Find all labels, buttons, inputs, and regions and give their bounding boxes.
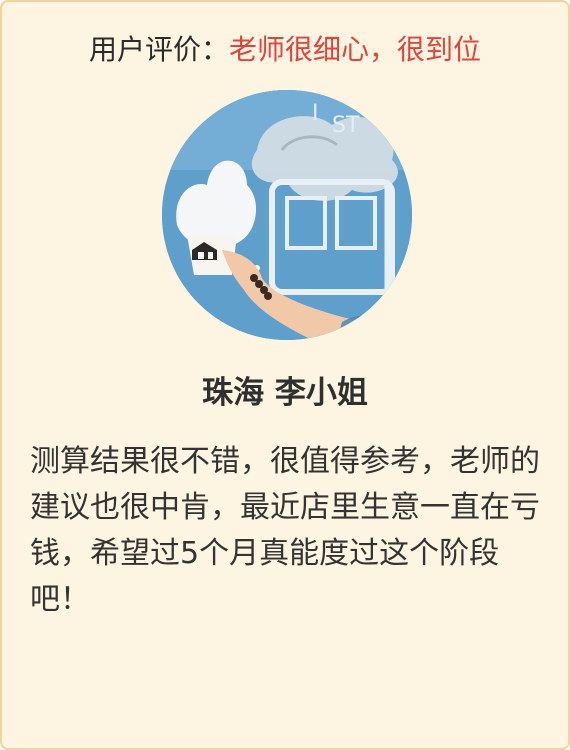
review-headline: 老师很细心，很到位 — [229, 33, 482, 66]
svg-text:I: I — [312, 101, 319, 126]
review-label: 用户评价： — [88, 33, 229, 66]
review-text: 测算结果很不错，很值得参考，老师的建议也很中肯，最近店里生意一直在亏钱，希望过5… — [30, 444, 540, 617]
reviewer-avatar: I ST — [162, 90, 412, 340]
review-header: 用户评价：老师很细心，很到位 — [2, 30, 568, 70]
review-card: 用户评价：老师很细心，很到位 I ST 珠海 李小姐 测算结果很不错，很值得参考… — [0, 0, 570, 750]
svg-text:ST: ST — [332, 113, 360, 138]
reviewer-name: 珠海 李小姐 — [202, 375, 368, 411]
reviewer-photo-icon: I ST — [162, 90, 412, 340]
